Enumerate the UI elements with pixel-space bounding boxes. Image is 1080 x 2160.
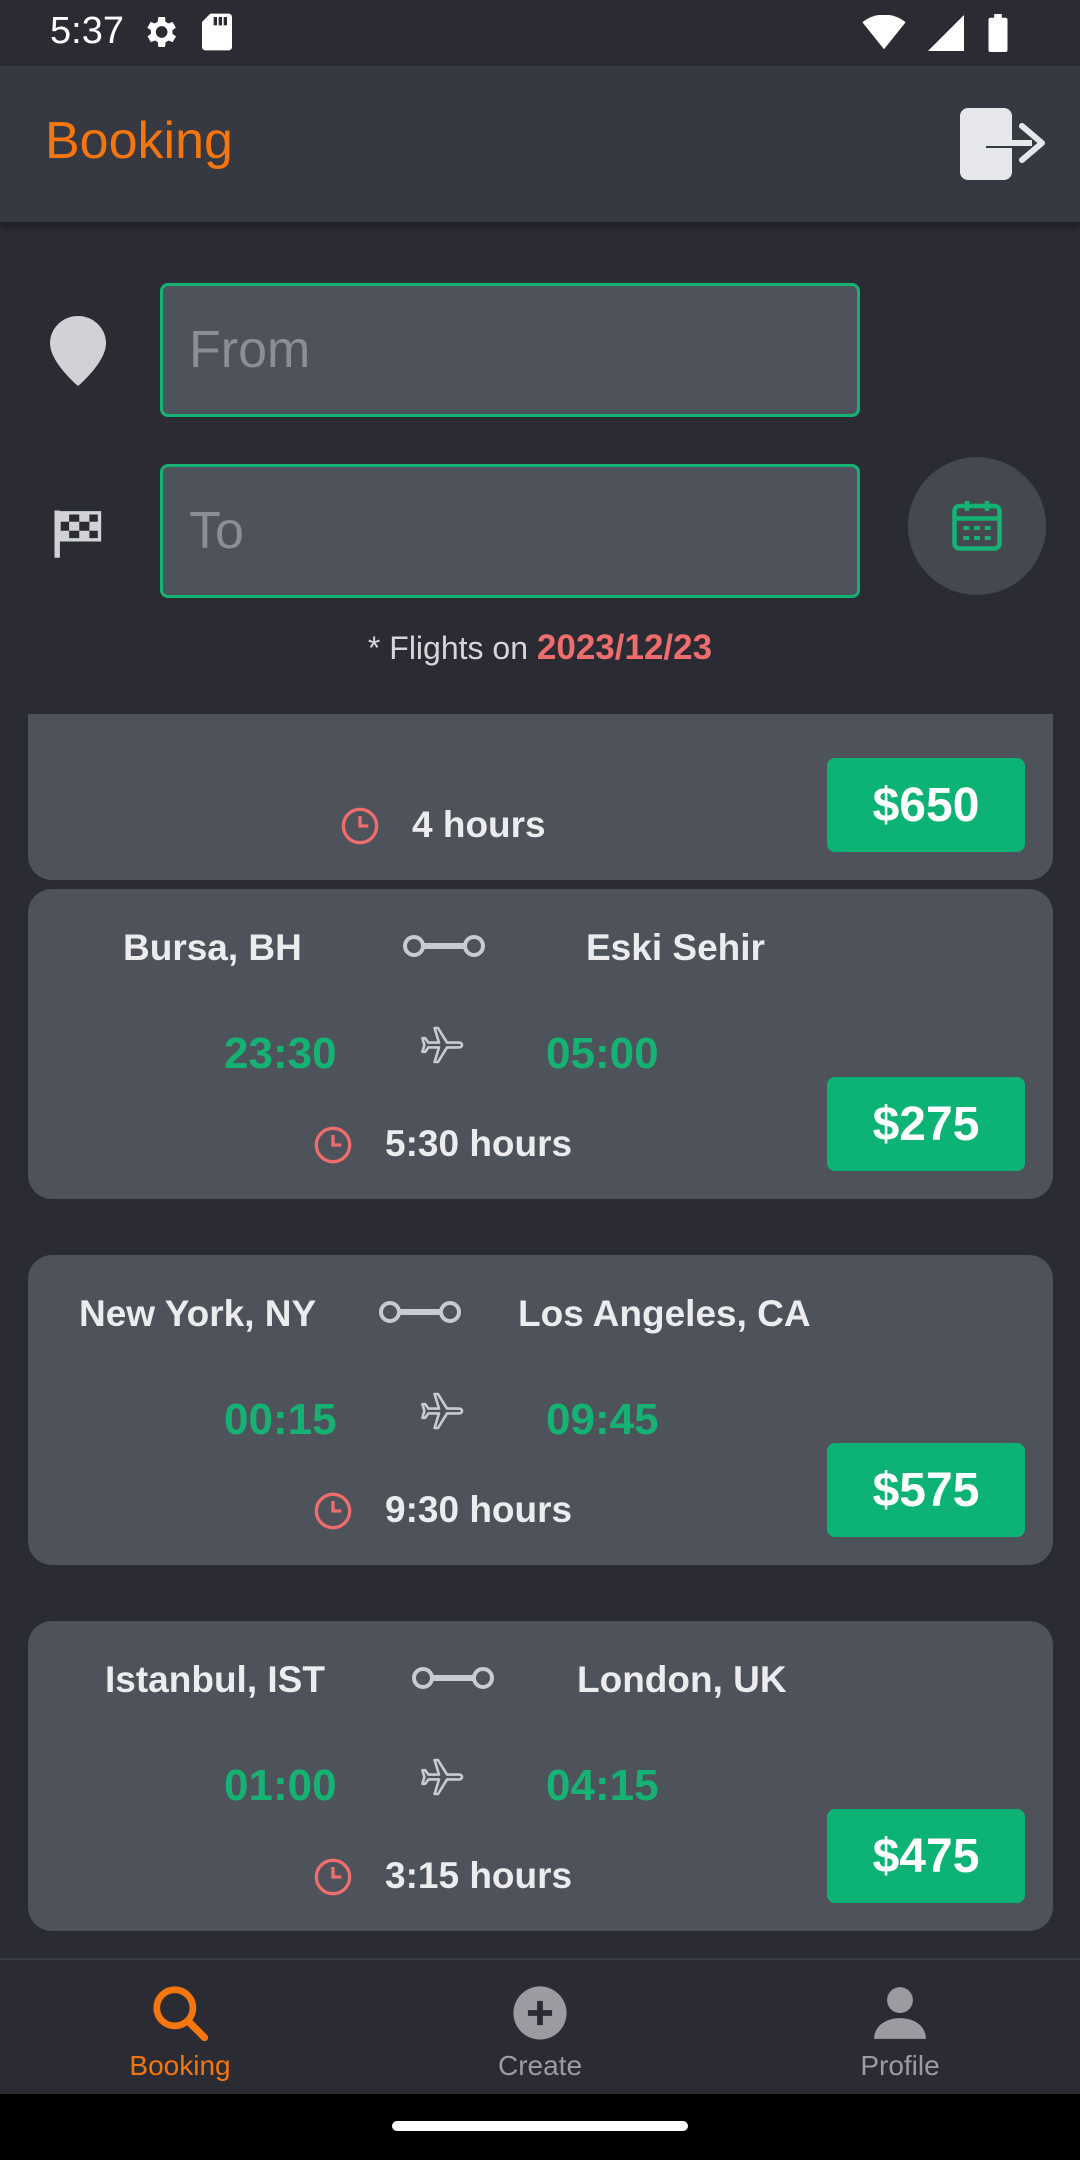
signal-icon [928, 15, 964, 56]
flight-card[interactable]: New York, NY Los Angeles, CA 00:15 09:45… [28, 1255, 1053, 1565]
wifi-icon [862, 14, 906, 56]
flight-card[interactable]: 4 hours $650 [28, 714, 1053, 880]
nav-label-profile: Profile [860, 2050, 940, 2081]
calendar-button[interactable] [908, 457, 1046, 595]
nav-item-booking[interactable]: Booking [0, 1960, 360, 2096]
route-icon [401, 931, 487, 966]
origin-city: New York, NY [79, 1293, 317, 1334]
price-button[interactable]: $475 [827, 1809, 1025, 1903]
add-circle-icon [511, 1978, 569, 2048]
flights-on-date: 2023/12/23 [536, 628, 713, 667]
battery-icon [986, 14, 1010, 57]
nav-item-profile[interactable]: Profile [720, 1960, 1080, 2096]
to-input[interactable]: To [160, 464, 860, 598]
search-icon [149, 1978, 211, 2048]
flights-on-prefix: * Flights on [367, 630, 537, 666]
settings-icon [140, 12, 180, 57]
route-icon [410, 1663, 496, 1698]
from-placeholder: From [189, 321, 311, 379]
flight-card[interactable]: Istanbul, IST London, UK 01:00 04:15 3:1… [28, 1621, 1053, 1931]
arrival-time: 09:45 [546, 1395, 659, 1444]
from-input[interactable]: From [160, 283, 860, 417]
home-indicator[interactable] [392, 2121, 688, 2131]
status-bar: 5:37 [0, 0, 1080, 66]
nav-label-create: Create [497, 2050, 583, 2081]
departure-time: 23:30 [224, 1029, 337, 1078]
clock-icon [313, 1857, 353, 1902]
logout-icon [960, 108, 1045, 180]
sd-card-icon [200, 12, 234, 57]
departure-time: 00:15 [224, 1395, 337, 1444]
origin-city: Bursa, BH [123, 927, 302, 968]
plane-icon [418, 1387, 466, 1440]
destination-city: London, UK [577, 1659, 787, 1700]
departure-time: 01:00 [224, 1761, 337, 1810]
clock-icon [313, 1491, 353, 1536]
status-time: 5:37 [50, 10, 124, 52]
plane-icon [418, 1753, 466, 1806]
person-icon [869, 1978, 931, 2048]
destination-city: Los Angeles, CA [518, 1293, 811, 1334]
arrival-time: 04:15 [546, 1761, 659, 1810]
plane-icon [418, 1021, 466, 1074]
location-pin-icon [50, 316, 106, 391]
price-button[interactable]: $650 [827, 758, 1025, 852]
app-bar: Booking [0, 66, 1080, 222]
flight-list[interactable]: 4 hours $650 Bursa, BH Eski Sehir 23:30 … [0, 714, 1080, 1958]
flight-duration: 5:30 hours [385, 1123, 573, 1164]
checkered-flag-icon [50, 506, 104, 565]
bottom-navigation: Booking Create Profile [0, 1958, 1080, 2094]
destination-city: Eski Sehir [586, 927, 765, 968]
clock-icon [340, 806, 380, 851]
nav-label-booking: Booking [129, 2050, 231, 2081]
nav-item-create[interactable]: Create [360, 1960, 720, 2096]
flight-duration: 4 hours [412, 804, 546, 845]
clock-icon [313, 1125, 353, 1170]
flight-duration: 3:15 hours [385, 1855, 573, 1896]
to-placeholder: To [189, 502, 244, 560]
page-title: Booking [45, 112, 233, 170]
flight-card[interactable]: Bursa, BH Eski Sehir 23:30 05:00 5:30 ho… [28, 889, 1053, 1199]
route-icon [377, 1297, 463, 1332]
arrival-time: 05:00 [546, 1029, 659, 1078]
origin-city: Istanbul, IST [105, 1659, 325, 1700]
calendar-icon [952, 501, 1002, 551]
price-button[interactable]: $575 [827, 1443, 1025, 1537]
price-button[interactable]: $275 [827, 1077, 1025, 1171]
logout-button[interactable] [958, 104, 1048, 184]
flights-on-caption: * Flights on 2023/12/23 [0, 628, 1080, 668]
flight-duration: 9:30 hours [385, 1489, 573, 1530]
